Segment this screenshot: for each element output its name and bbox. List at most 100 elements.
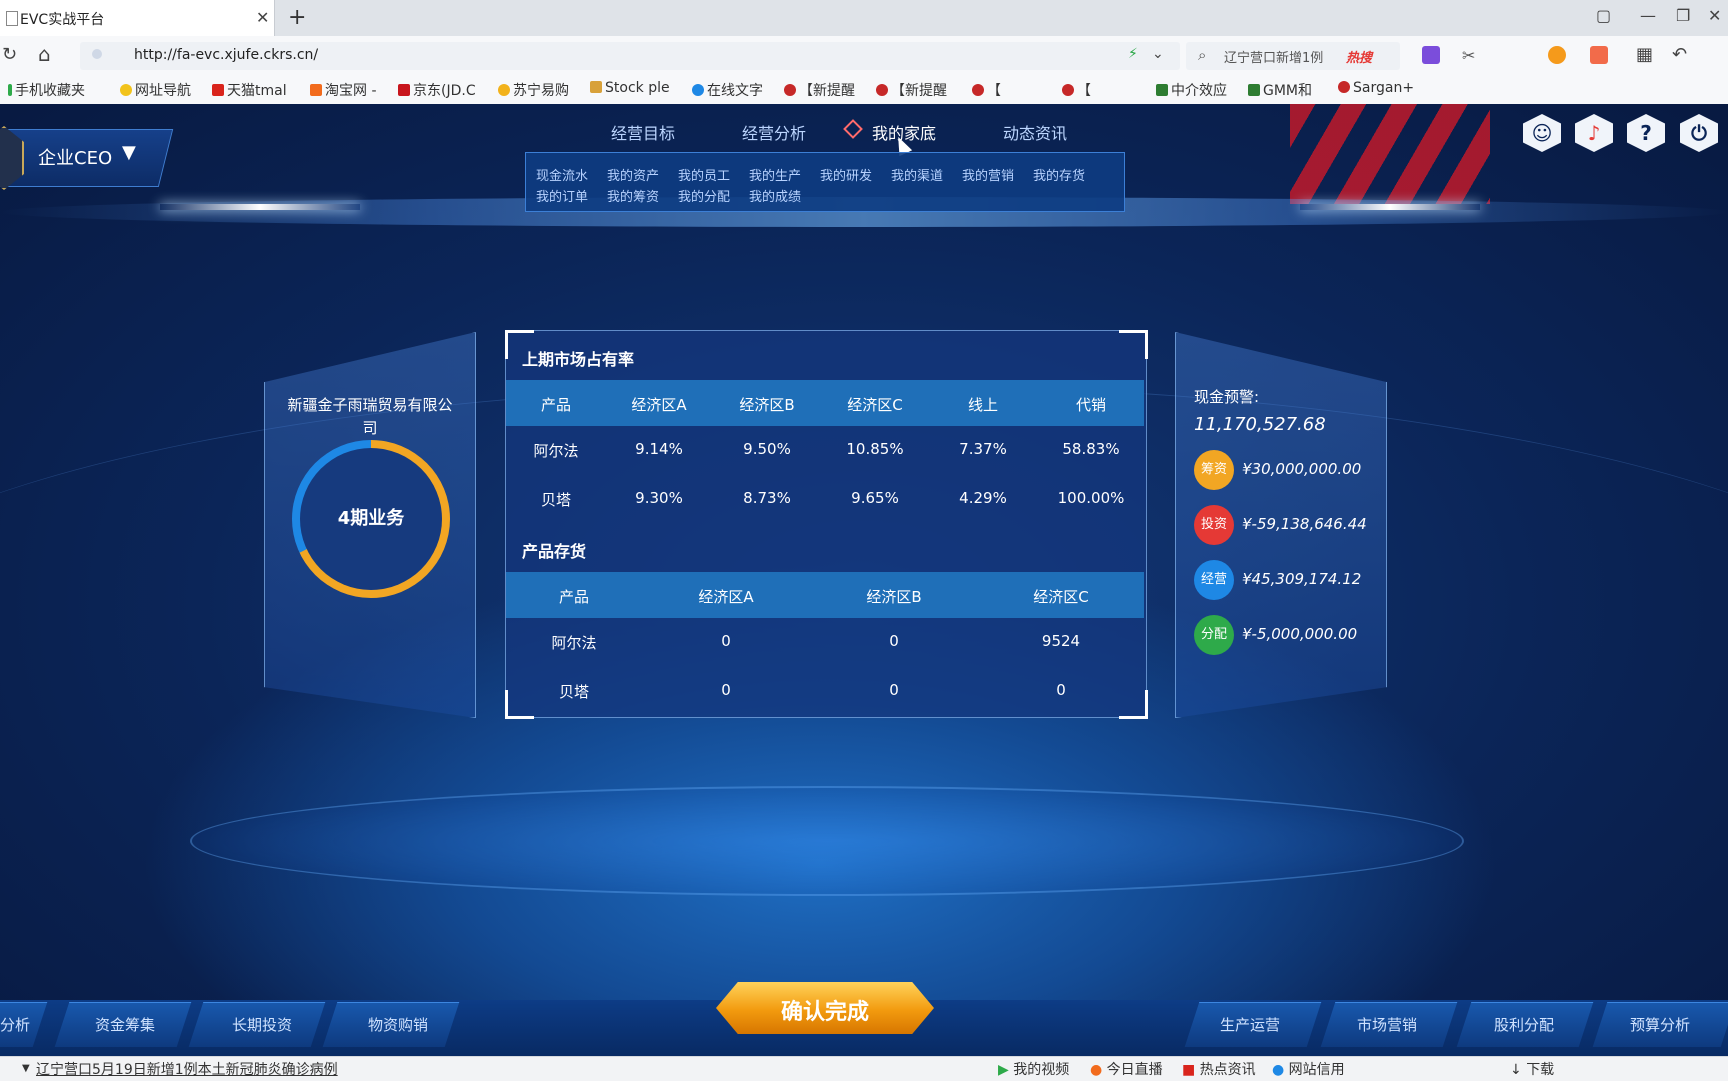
bookmark-item[interactable]: Stock ple bbox=[590, 80, 670, 96]
bottom-tab-dividends[interactable]: 股利分配 bbox=[1494, 1014, 1554, 1035]
bottom-tab-analysis[interactable]: 分析 bbox=[0, 1014, 30, 1035]
hot-search-label[interactable]: 热搜 bbox=[1346, 47, 1372, 66]
submenu-my-staff[interactable]: 我的员工 bbox=[678, 165, 730, 184]
submenu-my-orders[interactable]: 我的订单 bbox=[536, 186, 588, 205]
bottom-tab-production[interactable]: 生产运营 bbox=[1220, 1014, 1280, 1035]
status-hot-news[interactable]: ■ 热点资讯 bbox=[1182, 1059, 1256, 1079]
bookmark-item[interactable]: 【新提醒 bbox=[876, 80, 947, 100]
nav-operating-goals[interactable]: 经营目标 bbox=[611, 120, 675, 144]
table-cell: 8.73% bbox=[743, 489, 791, 507]
status-my-videos[interactable]: ▶ 我的视频 bbox=[998, 1059, 1069, 1079]
translate-icon[interactable] bbox=[1422, 46, 1440, 64]
status-live[interactable]: ● 今日直播 bbox=[1090, 1059, 1163, 1079]
submenu-my-financing[interactable]: 我的筹资 bbox=[607, 186, 659, 205]
table-cell: 7.37% bbox=[959, 440, 1007, 458]
home-icon[interactable]: ⌂ bbox=[38, 42, 51, 66]
user-icon[interactable]: ☺ bbox=[1523, 114, 1561, 152]
confirm-button-label[interactable]: 确认完成 bbox=[716, 994, 934, 1026]
refresh-icon[interactable]: ↻ bbox=[2, 44, 17, 65]
undo-icon[interactable]: ↶ bbox=[1672, 44, 1687, 65]
nav-news[interactable]: 动态资讯 bbox=[1003, 120, 1067, 144]
column-header: 线上 bbox=[967, 396, 998, 414]
submenu-my-scores[interactable]: 我的成绩 bbox=[749, 186, 801, 205]
column-header: 经济区A bbox=[698, 588, 754, 606]
bookmark-item[interactable]: 中介效应 bbox=[1156, 80, 1227, 100]
bookmark-item[interactable]: 【新提醒 bbox=[784, 80, 855, 100]
table-cell: 58.83% bbox=[1062, 440, 1120, 458]
chevron-down-icon[interactable]: ⌄ bbox=[1152, 46, 1164, 62]
column-header: 经济区C bbox=[847, 396, 903, 414]
page-icon bbox=[6, 11, 18, 26]
extension-icon[interactable] bbox=[1590, 46, 1608, 64]
shield-icon[interactable] bbox=[1548, 46, 1566, 64]
submenu-my-channels[interactable]: 我的渠道 bbox=[891, 165, 943, 184]
submenu-my-assets[interactable]: 我的资产 bbox=[607, 165, 659, 184]
news-ticker[interactable]: 辽宁营口5月19日新增1例本土新冠肺炎确诊病例 bbox=[36, 1059, 338, 1079]
status-download[interactable]: ↓ 下载 bbox=[1510, 1059, 1554, 1079]
bookmark-item[interactable]: Sargan+ bbox=[1338, 80, 1414, 96]
submenu-my-production[interactable]: 我的生产 bbox=[749, 165, 801, 184]
financing-badge: 筹资 bbox=[1194, 450, 1234, 490]
help-icon[interactable]: ? bbox=[1627, 114, 1665, 152]
power-icon[interactable]: ⏻ bbox=[1680, 114, 1718, 152]
bookmark-item[interactable]: 在线文字 bbox=[692, 80, 763, 100]
minimize-icon[interactable]: — bbox=[1640, 6, 1656, 25]
nav-operating-analysis[interactable]: 经营分析 bbox=[742, 120, 806, 144]
table-cell: 0 bbox=[889, 681, 899, 699]
submenu-my-distribution[interactable]: 我的分配 bbox=[678, 186, 730, 205]
operating-value: ¥45,309,174.12 bbox=[1242, 570, 1362, 588]
table-cell: 4.29% bbox=[959, 489, 1007, 507]
bookmark-item[interactable]: 【 bbox=[972, 80, 1001, 100]
bookmark-item[interactable]: 网址导航 bbox=[120, 80, 191, 100]
bookmark-item[interactable]: 手机收藏夹 bbox=[8, 80, 85, 100]
column-header: 经济区C bbox=[1033, 588, 1089, 606]
status-site-credit[interactable]: ● 网站信用 bbox=[1272, 1059, 1345, 1079]
close-window-icon[interactable]: ✕ bbox=[1708, 6, 1721, 25]
table-cell: 9.65% bbox=[851, 489, 899, 507]
submenu-panel: 现金流水 我的资产 我的员工 我的生产 我的研发 我的渠道 我的营销 我的存货 … bbox=[525, 152, 1125, 212]
submenu-my-marketing[interactable]: 我的营销 bbox=[962, 165, 1014, 184]
chevron-down-icon[interactable]: ▼ bbox=[22, 1063, 30, 1074]
scissors-icon[interactable]: ✂ bbox=[1462, 46, 1475, 65]
bookmark-item[interactable]: 【 bbox=[1062, 80, 1091, 100]
role-label[interactable]: 企业CEO bbox=[38, 144, 112, 170]
bookmark-item[interactable]: 京东(JD.C bbox=[398, 80, 476, 100]
bookmark-item[interactable]: 淘宝网 - bbox=[310, 80, 377, 100]
light-strip-left bbox=[160, 204, 360, 210]
bottom-tab-budget-analysis[interactable]: 预算分析 bbox=[1630, 1014, 1690, 1035]
restore-icon[interactable]: ❐ bbox=[1676, 6, 1690, 25]
bookmark-item[interactable]: 天猫tmal bbox=[212, 80, 287, 100]
bottom-tab-procurement[interactable]: 物资购销 bbox=[368, 1014, 428, 1035]
url-text[interactable]: http://fa-evc.xjufe.ckrs.cn/ bbox=[134, 47, 318, 63]
company-name: 新疆金子雨瑞贸易有限公司 bbox=[287, 396, 453, 437]
lightning-icon[interactable]: ⚡ bbox=[1128, 46, 1138, 62]
tab-title: EVC实战平台 bbox=[20, 12, 105, 28]
investment-badge: 投资 bbox=[1194, 505, 1234, 545]
table-cell: 阿尔法 bbox=[533, 442, 579, 460]
column-header: 代销 bbox=[1075, 396, 1106, 414]
close-tab-icon[interactable]: ✕ bbox=[256, 8, 269, 27]
bell-icon[interactable]: ♪ bbox=[1575, 114, 1613, 152]
table-cell: 9.30% bbox=[635, 489, 683, 507]
bottom-tab-long-term-investment[interactable]: 长期投资 bbox=[232, 1014, 292, 1035]
shirt-icon[interactable]: ▢ bbox=[1596, 6, 1611, 25]
bottom-tab-fundraising[interactable]: 资金筹集 bbox=[95, 1014, 155, 1035]
submenu-my-rd[interactable]: 我的研发 bbox=[820, 165, 872, 184]
financing-value: ¥30,000,000.00 bbox=[1242, 460, 1362, 478]
new-tab-icon[interactable]: + bbox=[288, 5, 306, 30]
grid-icon[interactable]: ▦ bbox=[1636, 44, 1653, 65]
table-cell: 阿尔法 bbox=[551, 634, 597, 652]
bottom-tab-marketing[interactable]: 市场营销 bbox=[1357, 1014, 1417, 1035]
search-icon: ⌕ bbox=[1198, 46, 1207, 64]
period-label: 4期业务 bbox=[337, 508, 405, 529]
column-header: 产品 bbox=[540, 396, 571, 414]
submenu-cash-flow[interactable]: 现金流水 bbox=[536, 165, 588, 184]
bookmark-item[interactable]: 苏宁易购 bbox=[498, 80, 569, 100]
table-cell: 贝塔 bbox=[558, 683, 589, 701]
submenu-my-inventory[interactable]: 我的存货 bbox=[1033, 165, 1085, 184]
investment-value: ¥-59,138,646.44 bbox=[1242, 515, 1367, 533]
bookmark-item[interactable]: GMM和 bbox=[1248, 80, 1312, 100]
distribution-value: ¥-5,000,000.00 bbox=[1242, 625, 1358, 643]
table-cell: 9524 bbox=[1041, 632, 1081, 650]
chevron-down-icon[interactable]: ▼ bbox=[122, 142, 136, 163]
